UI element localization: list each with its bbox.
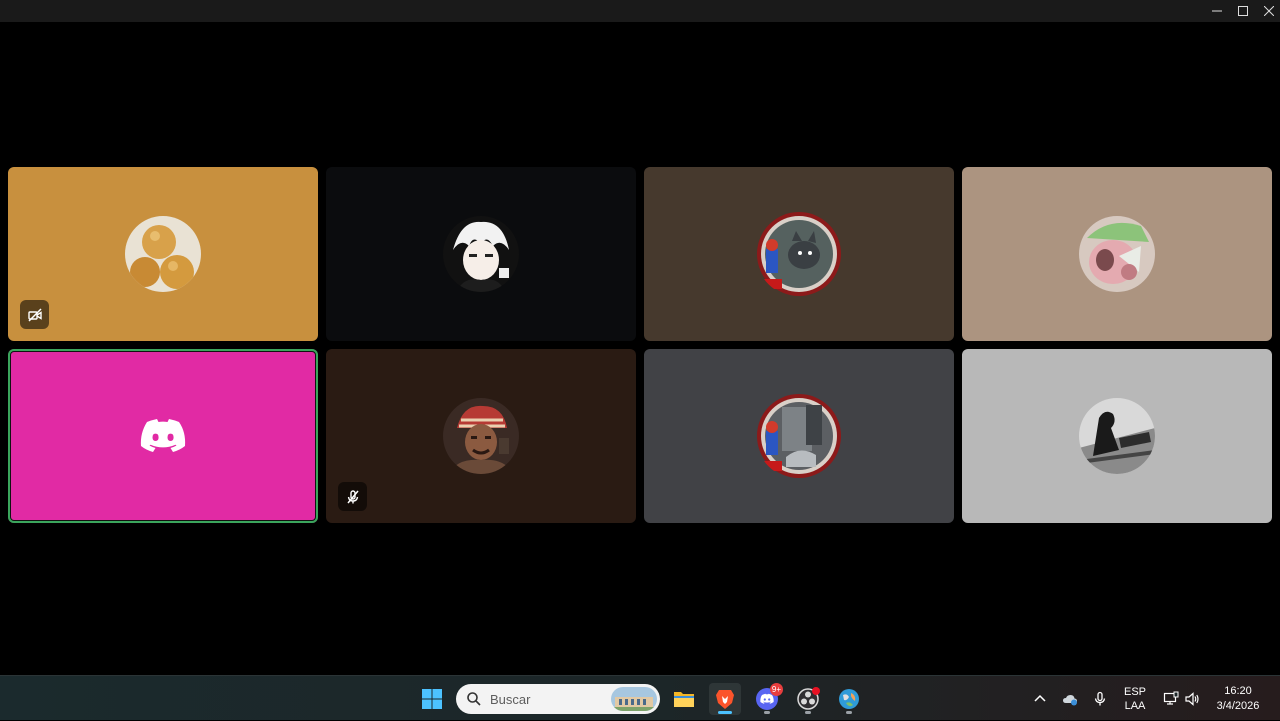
input-language-indicator[interactable]: ESP LAA (1120, 685, 1150, 713)
participant-grid (8, 167, 1272, 523)
avatar (125, 216, 201, 292)
taskbar: Buscar 9+ ESP LAA 16:20 3/4/2026 (0, 675, 1280, 720)
running-indicator (846, 711, 852, 714)
network-icon (1163, 691, 1179, 705)
onedrive-tray-button[interactable] (1058, 676, 1082, 721)
discord-call-window (0, 0, 1280, 675)
participant-tile-3[interactable] (644, 167, 954, 341)
maximize-icon (1238, 6, 1248, 16)
search-icon (467, 692, 481, 706)
speaker-icon (1185, 691, 1199, 706)
close-button[interactable] (1256, 0, 1280, 22)
video-off-badge (20, 300, 49, 329)
discord-logo-icon (140, 419, 186, 452)
show-hidden-icons-button[interactable] (1030, 676, 1050, 721)
globe-app-icon (839, 689, 859, 709)
mic-muted-icon (346, 489, 359, 503)
obs-button[interactable] (792, 683, 824, 715)
start-button[interactable] (416, 683, 448, 715)
time-text: 16:20 (1224, 685, 1252, 697)
avatar (443, 216, 519, 292)
file-explorer-button[interactable] (668, 683, 700, 715)
video-off-icon (27, 307, 42, 322)
participant-tile-6[interactable] (326, 349, 636, 523)
minimize-icon (1212, 10, 1222, 12)
avatar (756, 393, 842, 479)
app-button[interactable] (833, 683, 865, 715)
search-highlight-image (611, 687, 657, 711)
avatar (1079, 216, 1155, 292)
title-bar[interactable] (0, 0, 1280, 22)
brave-browser-button[interactable] (709, 683, 741, 715)
discord-notification-badge: 9+ (769, 683, 783, 696)
avatar (756, 211, 842, 297)
chevron-up-icon (1034, 694, 1046, 702)
search-placeholder: Buscar (490, 691, 531, 707)
clock[interactable]: 16:20 3/4/2026 (1206, 684, 1270, 714)
keyboard-layout: LAA (1124, 700, 1146, 712)
folder-icon (674, 692, 694, 707)
cloud-icon (1063, 694, 1077, 705)
obs-icon (797, 687, 820, 710)
brave-icon (716, 690, 734, 709)
mic-muted-badge (338, 482, 367, 511)
participant-tile-5[interactable] (8, 349, 318, 523)
avatar (443, 398, 519, 474)
running-indicator (764, 711, 770, 714)
participant-tile-4[interactable] (962, 167, 1272, 341)
date-text: 3/4/2026 (1216, 700, 1260, 712)
microphone-tray-button[interactable] (1090, 676, 1110, 721)
avatar (1079, 398, 1155, 474)
discord-button[interactable]: 9+ (751, 683, 783, 715)
participant-tile-8[interactable] (962, 349, 1272, 523)
microphone-icon (1094, 691, 1106, 705)
close-icon (1264, 6, 1274, 16)
windows-logo-icon (422, 689, 442, 709)
volume-tray-button[interactable] (1182, 676, 1202, 721)
running-indicator (805, 711, 811, 714)
search-box[interactable]: Buscar (456, 684, 660, 714)
language-code: ESP (1123, 686, 1146, 698)
network-tray-button[interactable] (1160, 676, 1182, 721)
participant-tile-2[interactable] (326, 167, 636, 341)
participant-tile-7[interactable] (644, 349, 954, 523)
maximize-button[interactable] (1230, 0, 1256, 22)
minimize-button[interactable] (1204, 0, 1230, 22)
active-indicator (718, 711, 732, 714)
participant-tile-1[interactable] (8, 167, 318, 341)
